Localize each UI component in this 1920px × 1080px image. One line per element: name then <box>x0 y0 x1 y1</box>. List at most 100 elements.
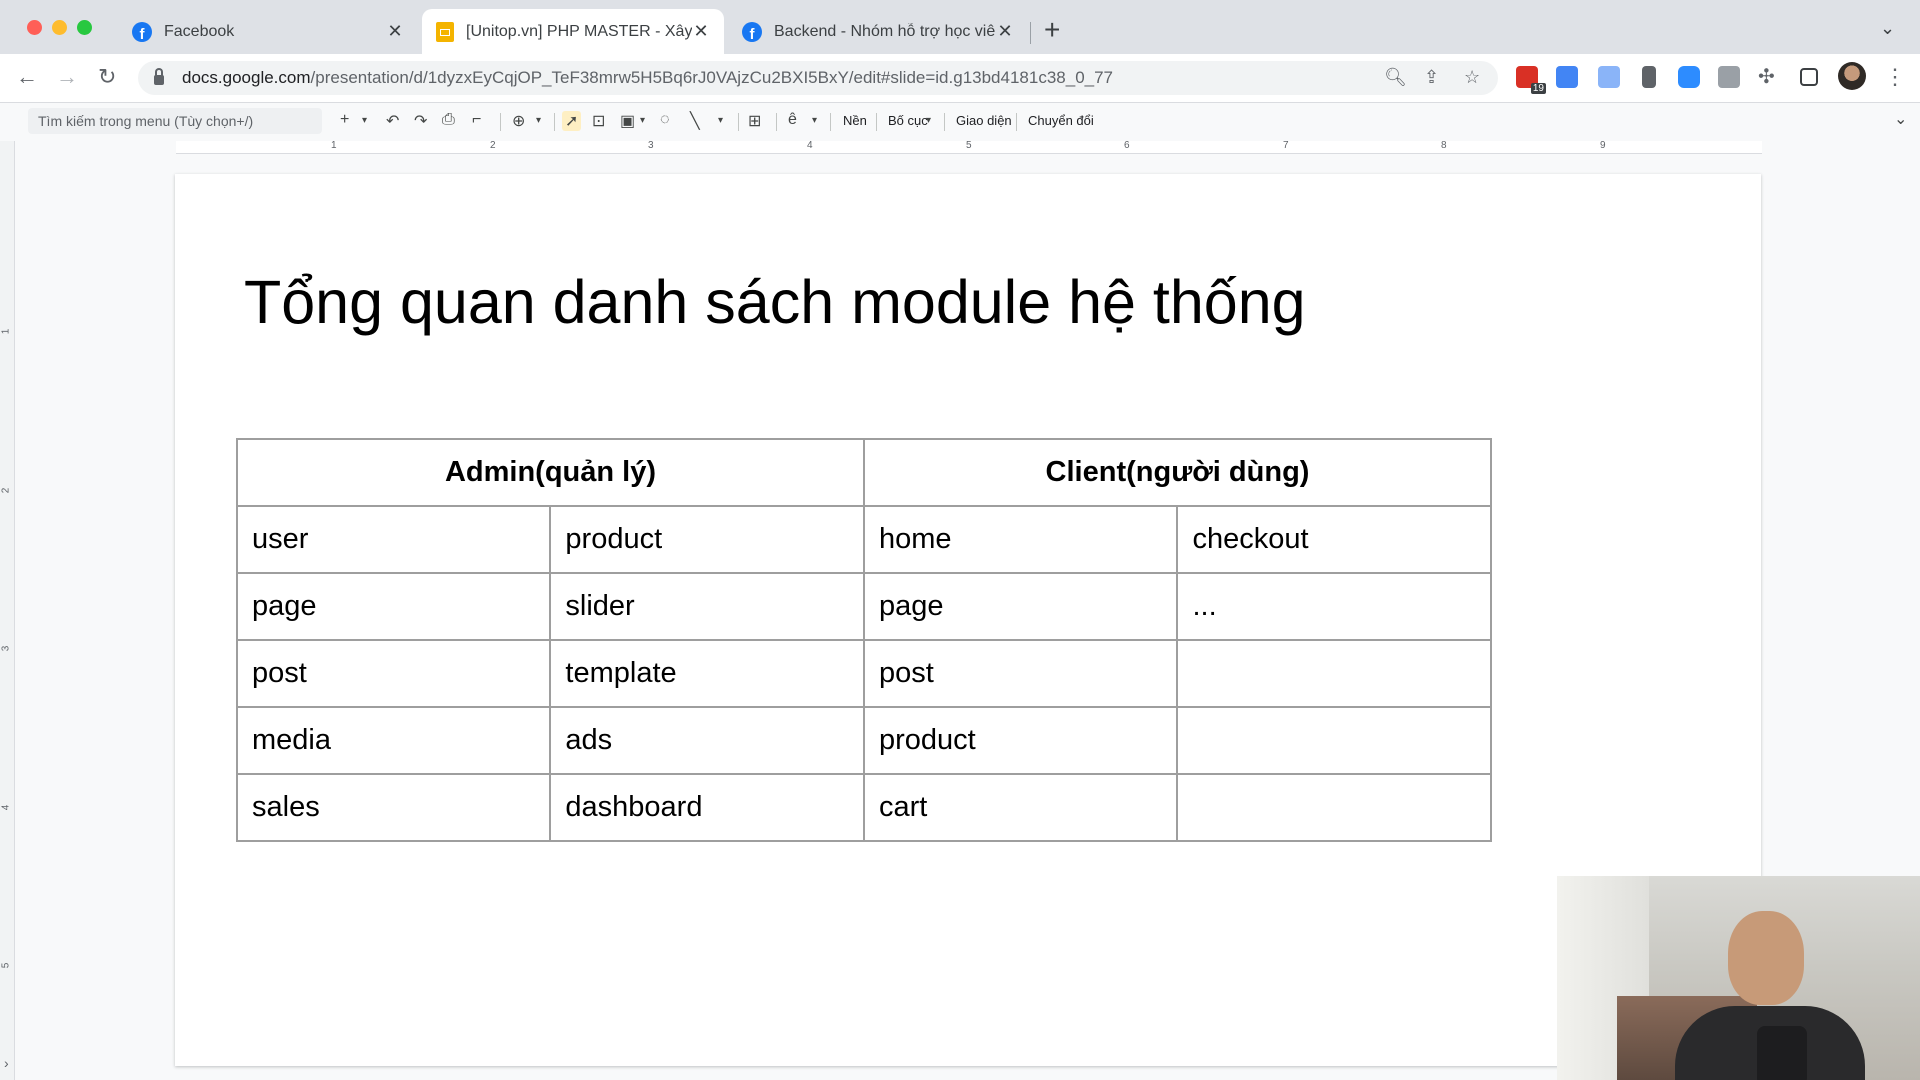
layout-dropdown-icon[interactable]: ▾ <box>926 115 931 126</box>
table-cell[interactable]: cart <box>862 773 1179 842</box>
facebook-icon: f <box>742 21 762 42</box>
line-dropdown-icon[interactable]: ▾ <box>718 115 723 126</box>
table-cell[interactable]: post <box>862 639 1179 708</box>
tab-title: Backend - Nhóm hỗ trợ học viê <box>774 22 996 40</box>
google-slides-icon <box>436 21 454 42</box>
new-slide-dropdown-icon[interactable]: ▾ <box>362 115 367 126</box>
extensions-puzzle-icon[interactable]: ✣ <box>1758 64 1775 89</box>
toolbar-divider <box>944 113 945 131</box>
text-box-icon[interactable]: ⊡ <box>592 111 605 131</box>
print-icon[interactable]: ⎙ <box>442 111 455 129</box>
table-cell[interactable]: page <box>235 572 552 641</box>
zoom-extension-icon[interactable] <box>1678 66 1700 88</box>
ruler-number: 4 <box>807 140 813 151</box>
calendar-extension-icon[interactable]: 19 <box>1516 66 1546 94</box>
toolbar-divider <box>554 113 555 131</box>
layout-button[interactable]: Bố cục <box>888 113 928 128</box>
menu-search-input[interactable]: Tìm kiếm trong menu (Tùy chọn+/) <box>28 108 322 134</box>
forward-arrow-icon[interactable]: → <box>56 64 78 90</box>
background-button[interactable]: Nền <box>843 113 867 128</box>
table-cell[interactable]: template <box>549 639 865 708</box>
slide-canvas[interactable]: Tổng quan danh sách module hệ thống Admi… <box>175 174 1761 1066</box>
table-cell[interactable]: ... <box>1176 572 1492 641</box>
table-cell[interactable]: user <box>235 505 552 574</box>
slides-toolbar: Tìm kiếm trong menu (Tùy chọn+/) + ▾ ↶ ↷… <box>0 103 1920 139</box>
undo-icon[interactable]: ↶ <box>386 111 399 131</box>
zoom-dropdown-icon[interactable]: ▾ <box>536 115 541 126</box>
table-cell[interactable]: post <box>235 639 552 708</box>
notes-extension-icon[interactable] <box>1642 66 1656 88</box>
table-cell[interactable]: slider <box>549 572 865 641</box>
tab-title: Facebook <box>164 22 235 40</box>
new-slide-plus-icon[interactable]: + <box>340 111 349 129</box>
expand-filmstrip-chevron-icon[interactable]: › <box>4 1055 9 1071</box>
table-row: post template post <box>235 639 1492 708</box>
lock-icon <box>154 68 164 85</box>
table-cell[interactable]: media <box>235 706 552 775</box>
ruler-number: 1 <box>331 140 337 151</box>
vertical-ruler: 1 2 3 4 5 <box>0 141 15 1080</box>
zoom-tool-icon[interactable]: ⊕ <box>512 111 525 131</box>
line-icon[interactable]: ╲ <box>690 111 700 131</box>
browser-tab-strip: f Facebook ✕ [Unitop.vn] PHP MASTER - Xâ… <box>0 0 1920 54</box>
paint-format-icon[interactable]: ⌐ <box>472 111 481 129</box>
docs-extension-icon[interactable] <box>1598 66 1620 88</box>
table-cell[interactable] <box>1176 639 1492 708</box>
collapse-toolbar-chevron-icon[interactable]: ⌄ <box>1894 109 1907 129</box>
side-panel-icon[interactable] <box>1800 68 1818 86</box>
table-cell[interactable]: ads <box>549 706 865 775</box>
input-tools-icon[interactable]: ê <box>788 111 797 129</box>
share-icon[interactable]: ⇪ <box>1424 67 1439 88</box>
select-cursor-icon[interactable]: ➚ <box>562 111 582 131</box>
tab-search-chevron-icon[interactable]: ⌄ <box>1880 18 1895 39</box>
image-dropdown-icon[interactable]: ▾ <box>640 115 645 126</box>
profile-avatar[interactable] <box>1838 62 1866 90</box>
ruler-number: 5 <box>0 962 12 969</box>
bookmark-star-icon[interactable]: ☆ <box>1464 67 1480 88</box>
table-cell[interactable]: dashboard <box>549 773 865 842</box>
table-header-admin[interactable]: Admin(quản lý) <box>236 438 865 507</box>
close-window-button[interactable] <box>27 20 42 35</box>
zoom-icon[interactable]: 🔍︎ <box>1384 67 1407 88</box>
module-table[interactable]: Admin(quản lý) Client(người dùng) user p… <box>235 438 1493 842</box>
table-cell[interactable]: sales <box>235 773 552 842</box>
close-tab-icon[interactable]: ✕ <box>692 21 710 42</box>
shape-icon[interactable]: ◌ <box>660 111 670 129</box>
table-header-client[interactable]: Client(người dùng) <box>862 438 1493 507</box>
translate-extension-icon[interactable] <box>1556 66 1578 88</box>
code-extension-icon[interactable] <box>1718 66 1740 88</box>
close-tab-icon[interactable]: ✕ <box>386 21 404 42</box>
redo-icon[interactable]: ↷ <box>414 111 427 131</box>
tab-divider <box>1030 22 1031 44</box>
table-cell[interactable]: product <box>862 706 1179 775</box>
reload-icon[interactable]: ↻ <box>98 64 116 90</box>
browser-menu-icon[interactable]: ⋮ <box>1884 64 1906 90</box>
tab-facebook[interactable]: f Facebook ✕ <box>118 9 418 54</box>
table-cell[interactable]: product <box>549 505 865 574</box>
extension-badge: 19 <box>1530 83 1546 94</box>
insert-image-icon[interactable]: ▣ <box>620 111 635 131</box>
theme-button[interactable]: Giao diện <box>956 113 1012 128</box>
ruler-number: 2 <box>0 487 12 494</box>
slide-title[interactable]: Tổng quan danh sách module hệ thống <box>244 267 1306 337</box>
ruler-number: 3 <box>0 645 12 652</box>
transition-button[interactable]: Chuyển đổi <box>1028 113 1094 128</box>
table-cell[interactable]: checkout <box>1176 505 1492 574</box>
back-arrow-icon[interactable]: ← <box>16 64 38 90</box>
add-comment-icon[interactable]: ⊞ <box>748 111 761 131</box>
minimize-window-button[interactable] <box>52 20 67 35</box>
maximize-window-button[interactable] <box>77 20 92 35</box>
tab-backend-group[interactable]: f Backend - Nhóm hỗ trợ học viê ✕ <box>728 9 1028 54</box>
table-row: media ads product <box>235 706 1492 775</box>
address-bar[interactable]: docs.google.com/presentation/d/1dyzxEyCq… <box>138 61 1498 95</box>
input-tools-dropdown-icon[interactable]: ▾ <box>812 115 817 126</box>
new-tab-button[interactable]: + <box>1044 14 1060 46</box>
table-cell[interactable] <box>1176 773 1492 842</box>
table-cell[interactable]: page <box>862 572 1179 641</box>
table-cell[interactable] <box>1176 706 1492 775</box>
close-tab-icon[interactable]: ✕ <box>996 21 1014 42</box>
tab-php-master[interactable]: [Unitop.vn] PHP MASTER - Xây ✕ <box>422 9 724 54</box>
browser-toolbar: ← → ↻ docs.google.com/presentation/d/1dy… <box>0 54 1920 103</box>
table-cell[interactable]: home <box>862 505 1179 574</box>
ruler-number: 4 <box>0 804 12 811</box>
